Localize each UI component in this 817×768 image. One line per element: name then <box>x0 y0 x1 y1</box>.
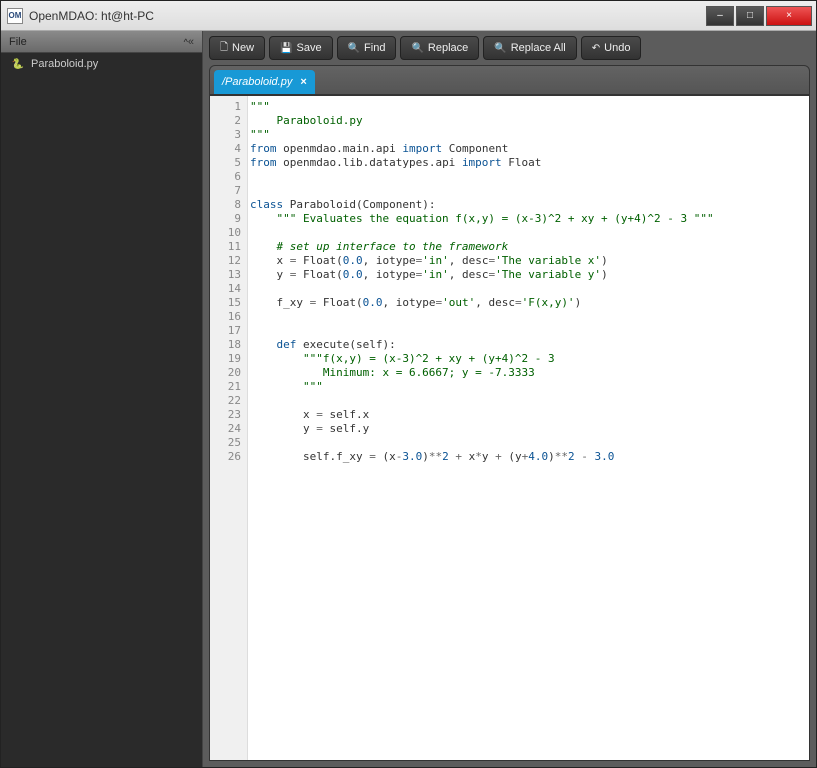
line-number: 25 <box>210 436 247 450</box>
code-line[interactable]: class Paraboloid(Component): <box>250 198 807 212</box>
window-title: OpenMDAO: ht@ht-PC <box>29 9 704 23</box>
app-window: OM OpenMDAO: ht@ht-PC – □ × File ^ « 🐍 P… <box>0 0 817 768</box>
line-number: 6 <box>210 170 247 184</box>
line-number: 21 <box>210 380 247 394</box>
undo-icon: ↶ <box>592 43 600 54</box>
tab-bar: /Paraboloid.py × <box>209 65 810 95</box>
code-line[interactable]: Minimum: x = 6.6667; y = -7.3333 <box>250 366 807 380</box>
code-area[interactable]: """ Paraboloid.py"""from openmdao.main.a… <box>248 96 809 760</box>
code-line[interactable]: """ <box>250 128 807 142</box>
python-file-icon: 🐍 <box>11 57 25 71</box>
line-gutter: 1234567891011121314151617181920212223242… <box>210 96 248 760</box>
new-button-label: New <box>232 42 254 54</box>
code-line[interactable]: from openmdao.lib.datatypes.api import F… <box>250 156 807 170</box>
tab-paraboloid[interactable]: /Paraboloid.py × <box>214 70 315 94</box>
code-editor[interactable]: 1234567891011121314151617181920212223242… <box>209 95 810 761</box>
code-line[interactable]: from openmdao.main.api import Component <box>250 142 807 156</box>
undo-button-label: Undo <box>604 42 630 54</box>
line-number: 15 <box>210 296 247 310</box>
app-icon: OM <box>7 8 23 24</box>
tab-label: /Paraboloid.py <box>222 76 292 88</box>
code-line[interactable] <box>250 324 807 338</box>
code-line[interactable]: # set up interface to the framework <box>250 240 807 254</box>
line-number: 5 <box>210 156 247 170</box>
find-button-label: Find <box>364 42 385 54</box>
code-line[interactable] <box>250 282 807 296</box>
line-number: 2 <box>210 114 247 128</box>
minimize-button[interactable]: – <box>706 6 734 26</box>
line-number: 11 <box>210 240 247 254</box>
line-number: 22 <box>210 394 247 408</box>
code-line[interactable]: y = Float(0.0, iotype='in', desc='The va… <box>250 268 807 282</box>
new-file-icon: 🗋 <box>220 40 228 57</box>
editor-pane: 🗋 New 💾 Save 🔍 Find 🔍 Replace 🔍 Replace All ↶… <box>203 31 816 767</box>
collapse-icon[interactable]: « <box>188 36 194 48</box>
save-button[interactable]: 💾 Save <box>269 36 333 60</box>
code-line[interactable]: """ <box>250 100 807 114</box>
line-number: 3 <box>210 128 247 142</box>
line-number: 4 <box>210 142 247 156</box>
save-button-label: Save <box>297 42 322 54</box>
line-number: 10 <box>210 226 247 240</box>
replace-all-button[interactable]: 🔍 Replace All <box>483 36 577 60</box>
file-item-paraboloid[interactable]: 🐍 Paraboloid.py <box>1 53 202 75</box>
search-icon: 🔍 <box>348 43 360 54</box>
file-sidebar: File ^ « 🐍 Paraboloid.py <box>1 31 203 767</box>
line-number: 7 <box>210 184 247 198</box>
replace-button[interactable]: 🔍 Replace <box>400 36 479 60</box>
line-number: 20 <box>210 366 247 380</box>
code-line[interactable] <box>250 226 807 240</box>
code-line[interactable] <box>250 170 807 184</box>
code-line[interactable]: x = Float(0.0, iotype='in', desc='The va… <box>250 254 807 268</box>
code-line[interactable]: """f(x,y) = (x-3)^2 + xy + (y+4)^2 - 3 <box>250 352 807 366</box>
code-line[interactable] <box>250 184 807 198</box>
code-line[interactable]: Paraboloid.py <box>250 114 807 128</box>
line-number: 24 <box>210 422 247 436</box>
replace-button-label: Replace <box>428 42 468 54</box>
maximize-button[interactable]: □ <box>736 6 764 26</box>
replace-all-button-label: Replace All <box>511 42 566 54</box>
close-button[interactable]: × <box>766 6 812 26</box>
new-button[interactable]: 🗋 New <box>209 36 265 60</box>
code-line[interactable] <box>250 394 807 408</box>
code-line[interactable]: x = self.x <box>250 408 807 422</box>
file-item-label: Paraboloid.py <box>31 58 98 70</box>
search-icon: 🔍 <box>494 43 506 54</box>
line-number: 18 <box>210 338 247 352</box>
line-number: 19 <box>210 352 247 366</box>
line-number: 1 <box>210 100 247 114</box>
undo-button[interactable]: ↶ Undo <box>581 36 642 60</box>
editor-toolbar: 🗋 New 💾 Save 🔍 Find 🔍 Replace 🔍 Replace All ↶… <box>203 31 816 65</box>
line-number: 8 <box>210 198 247 212</box>
line-number: 9 <box>210 212 247 226</box>
line-number: 23 <box>210 408 247 422</box>
line-number: 14 <box>210 282 247 296</box>
code-line[interactable]: """ <box>250 380 807 394</box>
line-number: 17 <box>210 324 247 338</box>
code-line[interactable]: y = self.y <box>250 422 807 436</box>
code-line[interactable]: f_xy = Float(0.0, iotype='out', desc='F(… <box>250 296 807 310</box>
sidebar-header-label: File <box>9 36 180 48</box>
code-line[interactable] <box>250 310 807 324</box>
code-line[interactable]: """ Evaluates the equation f(x,y) = (x-3… <box>250 212 807 226</box>
line-number: 12 <box>210 254 247 268</box>
save-icon: 💾 <box>280 43 292 54</box>
tab-close-icon[interactable]: × <box>300 76 306 88</box>
code-line[interactable]: def execute(self): <box>250 338 807 352</box>
search-icon: 🔍 <box>411 43 423 54</box>
content-area: File ^ « 🐍 Paraboloid.py 🗋 New 💾 Save 🔍 Fin… <box>1 31 816 767</box>
code-line[interactable] <box>250 436 807 450</box>
code-line[interactable]: self.f_xy = (x-3.0)**2 + x*y + (y+4.0)**… <box>250 450 807 464</box>
line-number: 13 <box>210 268 247 282</box>
window-buttons: – □ × <box>704 6 812 26</box>
sidebar-header[interactable]: File ^ « <box>1 31 202 53</box>
line-number: 16 <box>210 310 247 324</box>
line-number: 26 <box>210 450 247 464</box>
find-button[interactable]: 🔍 Find <box>337 36 397 60</box>
titlebar[interactable]: OM OpenMDAO: ht@ht-PC – □ × <box>1 1 816 31</box>
